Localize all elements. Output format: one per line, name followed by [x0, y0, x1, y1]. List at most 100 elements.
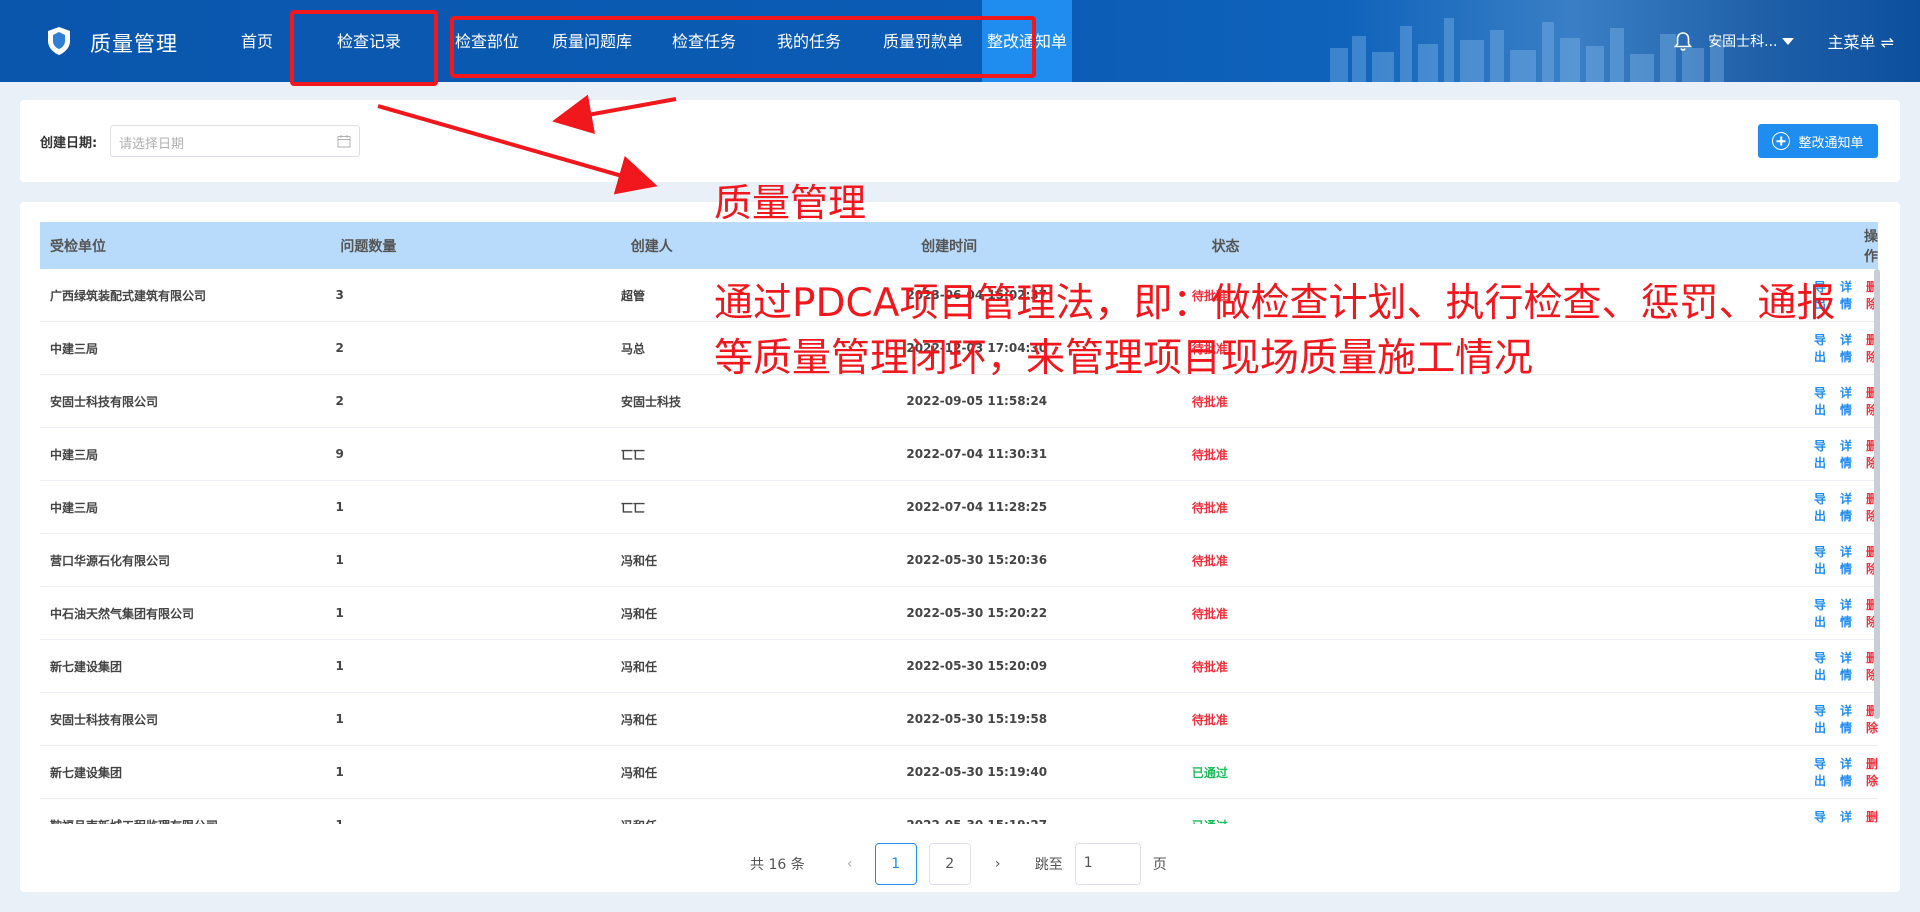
- detail-link[interactable]: 详情: [1840, 490, 1852, 524]
- app-title: 质量管理: [90, 32, 178, 56]
- export-link[interactable]: 导出: [1814, 543, 1826, 577]
- annotation-description: 通过PDCA项目管理法，即：做检查计划、执行检查、惩罚、通报等质量管理闭环，来管…: [714, 281, 1836, 381]
- chevron-down-icon[interactable]: [1781, 37, 1794, 45]
- cell-count: 1: [335, 500, 344, 514]
- table-row: 新七建设集团 1 冯和任 2022-05-30 15:20:09 待批准 导出 详情 删除: [40, 640, 1878, 693]
- annotation-title: 质量管理: [714, 181, 867, 225]
- main-menu-button[interactable]: 主菜单 ⇌: [1828, 29, 1895, 53]
- table-row: 新七建设集团 1 冯和任 2022-05-30 15:19:40 已通过 导出 详情 删除: [40, 746, 1878, 799]
- cell-unit: 中建三局: [50, 447, 99, 462]
- table-header: 受检单位 问题数量 创建人 创建时间 状态 操作: [40, 222, 1878, 269]
- column-header-count: 问题数量: [340, 238, 397, 255]
- export-link[interactable]: 导出: [1814, 490, 1826, 524]
- cell-count: 1: [335, 659, 344, 673]
- chevron-left-icon[interactable]: ‹: [835, 856, 865, 872]
- cell-creator: 冯和任: [611, 817, 896, 825]
- cell-created-time: 2022-05-30 15:19:58: [906, 712, 1048, 726]
- user-name[interactable]: 安固士科...: [1708, 31, 1777, 51]
- date-filter-label: 创建日期:: [40, 136, 98, 151]
- page-suffix-label: 页: [1152, 857, 1167, 873]
- filter-bar: 创建日期: 请选择日期 整改通知单: [20, 100, 1900, 182]
- column-header-status: 状态: [1211, 238, 1240, 255]
- column-header-unit: 受检单位: [50, 238, 106, 255]
- cell-count: 2: [335, 394, 344, 408]
- cell-status: 待批准: [1191, 447, 1228, 462]
- export-link[interactable]: 导出: [1814, 649, 1826, 683]
- detail-link[interactable]: 详情: [1840, 543, 1852, 577]
- cell-status: 待批准: [1191, 606, 1228, 621]
- cell-created-time: 2022-07-04 11:28:25: [906, 500, 1048, 514]
- cell-actions: 导出详情删除: [1548, 437, 1878, 471]
- cell-status: 待批准: [1191, 394, 1228, 409]
- export-link[interactable]: 导出: [1814, 384, 1826, 418]
- export-link[interactable]: 导出: [1814, 437, 1826, 471]
- cell-count: 1: [325, 818, 610, 824]
- delete-link[interactable]: 删除: [1866, 808, 1878, 824]
- cell-creator: 冯和任: [620, 606, 657, 621]
- detail-link[interactable]: 详情: [1840, 437, 1852, 471]
- detail-link[interactable]: 详情: [1840, 649, 1852, 683]
- cell-unit: 安固士科技有限公司: [50, 712, 159, 727]
- cell-actions: 导出详情删除: [1548, 755, 1878, 789]
- cell-created-time: 2022-05-30 15:20:36: [906, 553, 1048, 567]
- cell-creator: 冯和任: [620, 659, 657, 674]
- cell-unit: 新七建设集团: [50, 765, 123, 780]
- detail-link[interactable]: 详情: [1840, 384, 1852, 418]
- cell-unit: 中石油天然气集团有限公司: [50, 606, 195, 621]
- cell-actions: 导出详情删除: [1548, 808, 1878, 824]
- cell-actions: 导出详情删除: [1548, 384, 1878, 418]
- cell-unit: 广西绿筑装配式建筑有限公司: [50, 288, 207, 303]
- cell-count: 1: [335, 765, 344, 779]
- cell-created-time: 2022-05-30 15:19:27: [896, 818, 1181, 824]
- cell-count: 9: [335, 447, 344, 461]
- calendar-icon: [337, 135, 351, 148]
- cell-creator: 冯和任: [620, 765, 657, 780]
- pagination-total: 共 16 条: [750, 857, 805, 873]
- shield-logo-icon: [48, 27, 70, 55]
- column-header-created-time: 创建时间: [921, 238, 978, 255]
- jump-to-label: 跳至: [1034, 857, 1063, 873]
- column-header-creator: 创建人: [630, 238, 673, 255]
- cell-creator: 冯和任: [620, 712, 657, 727]
- cell-actions: 导出详情删除: [1548, 490, 1878, 524]
- pagination: 共 16 条 ‹ 1 2 › 跳至 1 页: [750, 842, 1167, 886]
- page-button-1[interactable]: 1: [874, 843, 917, 885]
- create-rectification-notice-button[interactable]: 整改通知单: [1758, 124, 1878, 158]
- table-scrollbar[interactable]: [1874, 269, 1880, 719]
- create-button-label: 整改通知单: [1798, 135, 1864, 151]
- cell-status: 待批准: [1191, 553, 1228, 568]
- plus-circle-icon: [1772, 132, 1791, 150]
- cell-creator: 冯和任: [620, 553, 657, 568]
- cell-actions: 导出详情删除: [1548, 543, 1878, 577]
- table-row: 鞍福且南新城工程监理有限公司1冯和任2022-05-30 15:19:27已通过…: [40, 799, 1878, 824]
- export-link[interactable]: 导出: [1814, 755, 1826, 789]
- cell-unit: 营口华源石化有限公司: [50, 553, 171, 568]
- header-user-area: 安固士科... 主菜单 ⇌: [1672, 0, 1920, 82]
- detail-link[interactable]: 详情: [1840, 702, 1852, 736]
- cell-count: 3: [335, 288, 344, 302]
- export-link[interactable]: 导出: [1814, 702, 1826, 736]
- cell-status: 已通过: [1182, 817, 1548, 825]
- cell-creator: 匸匸: [620, 500, 645, 515]
- detail-link[interactable]: 详情: [1840, 808, 1852, 824]
- cell-status: 待批准: [1191, 712, 1228, 727]
- date-placeholder: 请选择日期: [119, 137, 185, 152]
- delete-link[interactable]: 删除: [1866, 755, 1878, 789]
- detail-link[interactable]: 详情: [1840, 755, 1852, 789]
- date-picker-input[interactable]: 请选择日期: [110, 125, 360, 157]
- page-button-2[interactable]: 2: [928, 843, 971, 885]
- bell-icon[interactable]: [1672, 30, 1694, 52]
- detail-link[interactable]: 详情: [1840, 596, 1852, 630]
- cell-created-time: 2022-09-05 11:58:24: [906, 394, 1048, 408]
- nav-item-home[interactable]: 首页: [220, 0, 294, 82]
- cell-unit: 中建三局: [50, 500, 99, 515]
- cell-status: 已通过: [1191, 765, 1228, 780]
- cell-created-time: 2022-05-30 15:19:40: [906, 765, 1048, 779]
- cell-unit: 鞍福且南新城工程监理有限公司: [40, 817, 325, 825]
- export-link[interactable]: 导出: [1814, 596, 1826, 630]
- jump-page-input[interactable]: 1: [1074, 843, 1141, 885]
- chevron-right-icon[interactable]: ›: [983, 856, 1013, 872]
- cell-count: 1: [335, 606, 344, 620]
- export-link[interactable]: 导出: [1814, 808, 1826, 824]
- table-row: 中建三局 9 匸匸 2022-07-04 11:30:31 待批准 导出 详情 删除: [40, 428, 1878, 481]
